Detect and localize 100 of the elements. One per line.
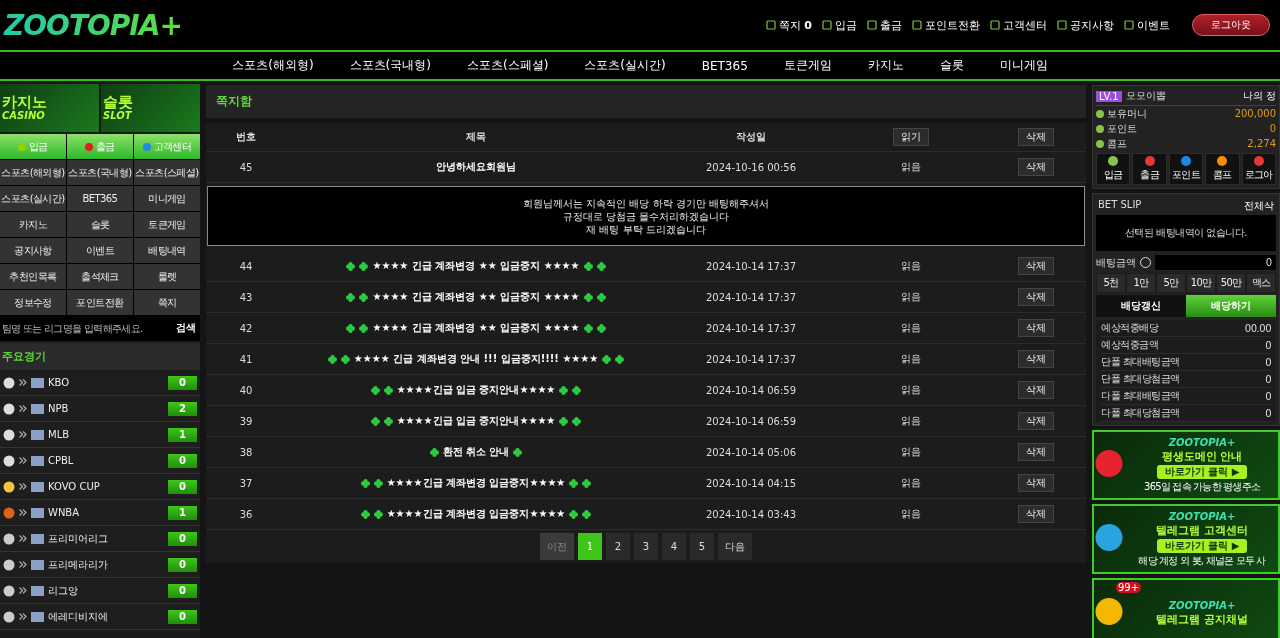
delete-button[interactable]: 삭제 [1018, 350, 1054, 368]
message-title[interactable]: 환전 취소 안내 [442, 445, 510, 459]
league-row[interactable]: 프리미어리그 0 [0, 526, 200, 552]
promo-banner[interactable]: ZOOTOPIA+ 평생도메인 안내 바로가기 클릭 ▶ 365일 접속 가능한 평생주소 [1092, 430, 1280, 500]
action-button[interactable]: 출금 [1132, 153, 1167, 185]
league-row[interactable]: KOVO CUP 0 [0, 474, 200, 500]
menu-button[interactable]: 공지사항 [0, 238, 66, 263]
header-link[interactable]: 이벤트 [1124, 17, 1170, 33]
delete-button[interactable]: 삭제 [1018, 158, 1054, 176]
menu-button[interactable]: 추천인목록 [0, 264, 66, 289]
action-button[interactable]: 로그아 [1241, 153, 1277, 185]
menu-button[interactable]: 스포츠(스페셜) [134, 160, 200, 185]
header-link[interactable]: 고객센터 [990, 17, 1047, 33]
menu-button[interactable]: 스포츠(실시간) [0, 186, 66, 211]
league-row[interactable]: CPBL 0 [0, 448, 200, 474]
amount-chip[interactable]: 5천 [1096, 273, 1126, 293]
nav-link[interactable]: 미니게임 [981, 57, 1066, 74]
message-title[interactable]: 안녕하세요회원님 [436, 160, 516, 174]
league-row[interactable]: KBO 0 [0, 370, 200, 396]
header-link[interactable]: 입금 [822, 17, 857, 33]
delete-button[interactable]: 삭제 [1018, 288, 1054, 306]
next-button[interactable]: 다음 [718, 533, 752, 560]
nav-link[interactable]: 토큰게임 [765, 57, 850, 74]
header-link[interactable]: 쪽지 0 [766, 17, 812, 33]
amount-field[interactable]: 0 [1155, 255, 1276, 270]
header-link[interactable]: 공지사항 [1057, 17, 1114, 33]
menu-button[interactable]: 배팅내역 [134, 238, 200, 263]
menu-button[interactable]: 출석체크 [67, 264, 133, 289]
promo-banner[interactable]: 99+ ZOOTOPIA+ 텔레그램 공지채널 [1092, 578, 1280, 638]
page-button[interactable]: 5 [690, 533, 714, 560]
amount-chip[interactable]: 5만 [1156, 273, 1186, 293]
message-title[interactable]: ★★★★ 긴급 계좌변경 안내 !!! 입금중지!!!! ★★★★ [353, 352, 599, 366]
amount-chip[interactable]: 50만 [1216, 273, 1246, 293]
menu-button[interactable]: 스포츠(해외형) [0, 160, 66, 185]
promo-banner[interactable]: ZOOTOPIA+ 텔레그램 고객센터 바로가기 클릭 ▶ 해당 계정 외 봇, 채널은 모두 사 [1092, 504, 1280, 574]
delete-button[interactable]: 삭제 [1018, 412, 1054, 430]
nav-link[interactable]: 스포츠(해외형) [214, 57, 332, 74]
menu-button[interactable]: 포인트전환 [67, 290, 133, 315]
my-info-link[interactable]: 나의 정 [1242, 89, 1276, 103]
ball-icon [3, 506, 15, 519]
delete-button[interactable]: 삭제 [1018, 474, 1054, 492]
message-title[interactable]: ★★★★긴급 입금 중지안내★★★★ [396, 414, 556, 428]
action-button[interactable]: 포인트 [1168, 153, 1204, 185]
game-banner[interactable]: 카지노 CASINO [0, 84, 99, 132]
menu-button[interactable]: 스포츠(국내형) [67, 160, 133, 185]
page-button[interactable]: 3 [634, 533, 658, 560]
menu-button[interactable]: 룰렛 [134, 264, 200, 289]
delete-button[interactable]: 삭제 [1018, 257, 1054, 275]
message-title[interactable]: ★★★★ 긴급 계좌변경 ★★ 입금중지 ★★★★ [372, 290, 580, 304]
menu-button[interactable]: 카지노 [0, 212, 66, 237]
delete-button[interactable]: 삭제 [1018, 443, 1054, 461]
menu-button[interactable]: 미니게임 [134, 186, 200, 211]
nav-link[interactable]: 스포츠(스페셜) [448, 57, 567, 74]
clover-icon [370, 385, 393, 395]
menu-button[interactable]: 쪽지 [134, 290, 200, 315]
nav-link[interactable]: 카지노 [849, 57, 922, 74]
promo-button[interactable]: 바로가기 클릭 ▶ [1156, 464, 1248, 479]
menu-button[interactable]: 정보수정 [0, 290, 66, 315]
promo-button[interactable]: 바로가기 클릭 ▶ [1156, 538, 1248, 553]
menu-button[interactable]: 슬롯 [67, 212, 133, 237]
nav-link[interactable]: 슬롯 [921, 57, 982, 74]
message-title[interactable]: ★★★★긴급 입금 중지안내★★★★ [396, 383, 556, 397]
league-row[interactable]: 에레디비지에 0 [0, 604, 200, 630]
amount-chip[interactable]: 10만 [1186, 273, 1216, 293]
action-button[interactable]: 입금 [1096, 153, 1131, 185]
page-button[interactable]: 2 [606, 533, 630, 560]
page-button[interactable]: 4 [662, 533, 686, 560]
clear-all-link[interactable]: 전체삭 [1244, 199, 1274, 213]
delete-all-button[interactable]: 삭제 [1018, 128, 1054, 146]
search-button[interactable]: 검색 [172, 315, 200, 341]
nav-link[interactable]: 스포츠(실시간) [566, 57, 684, 74]
delete-button[interactable]: 삭제 [1018, 505, 1054, 523]
amount-chip[interactable]: 1만 [1126, 273, 1156, 293]
search-field[interactable]: 팀명 또는 리그명을 입력해주세요. [0, 315, 172, 341]
menu-button[interactable]: BET365 [67, 186, 133, 211]
game-banner[interactable]: 슬롯 SLOT [101, 84, 200, 132]
league-row[interactable]: 프리메라리가 0 [0, 552, 200, 578]
message-title[interactable]: ★★★★긴급 계좌변경 입금중지★★★★ [386, 476, 566, 490]
league-row[interactable]: 리그앙 0 [0, 578, 200, 604]
read-button[interactable]: 읽기 [893, 128, 929, 146]
league-row[interactable]: NPB 2 [0, 396, 200, 422]
league-row[interactable]: WNBA 1 [0, 500, 200, 526]
message-title[interactable]: ★★★★ 긴급 계좌변경 ★★ 입금중지 ★★★★ [372, 259, 580, 273]
menu-button[interactable]: 이벤트 [67, 238, 133, 263]
amount-chip[interactable]: 맥스 [1246, 273, 1276, 293]
refresh-button[interactable]: 배당갱신 [1096, 295, 1186, 317]
delete-button[interactable]: 삭제 [1018, 319, 1054, 337]
action-button[interactable]: 콤프 [1205, 153, 1240, 185]
nav-link[interactable]: BET365 [683, 58, 766, 73]
league-row[interactable]: MLB 1 [0, 422, 200, 448]
message-title[interactable]: ★★★★긴급 계좌변경 입금중지★★★★ [386, 507, 566, 521]
header-link[interactable]: 포인트전환 [912, 17, 980, 33]
logout-button[interactable]: 로그아웃 [1192, 14, 1270, 36]
message-title[interactable]: ★★★★ 긴급 계좌변경 ★★ 입금중지 ★★★★ [372, 321, 580, 335]
message-date: 2024-10-14 04:15 [704, 477, 798, 489]
nav-link[interactable]: 스포츠(국내형) [331, 57, 449, 74]
delete-button[interactable]: 삭제 [1018, 381, 1054, 399]
league-name: MLB [48, 429, 71, 440]
menu-button[interactable]: 토큰게임 [134, 212, 200, 237]
header-link[interactable]: 출금 [867, 17, 902, 33]
